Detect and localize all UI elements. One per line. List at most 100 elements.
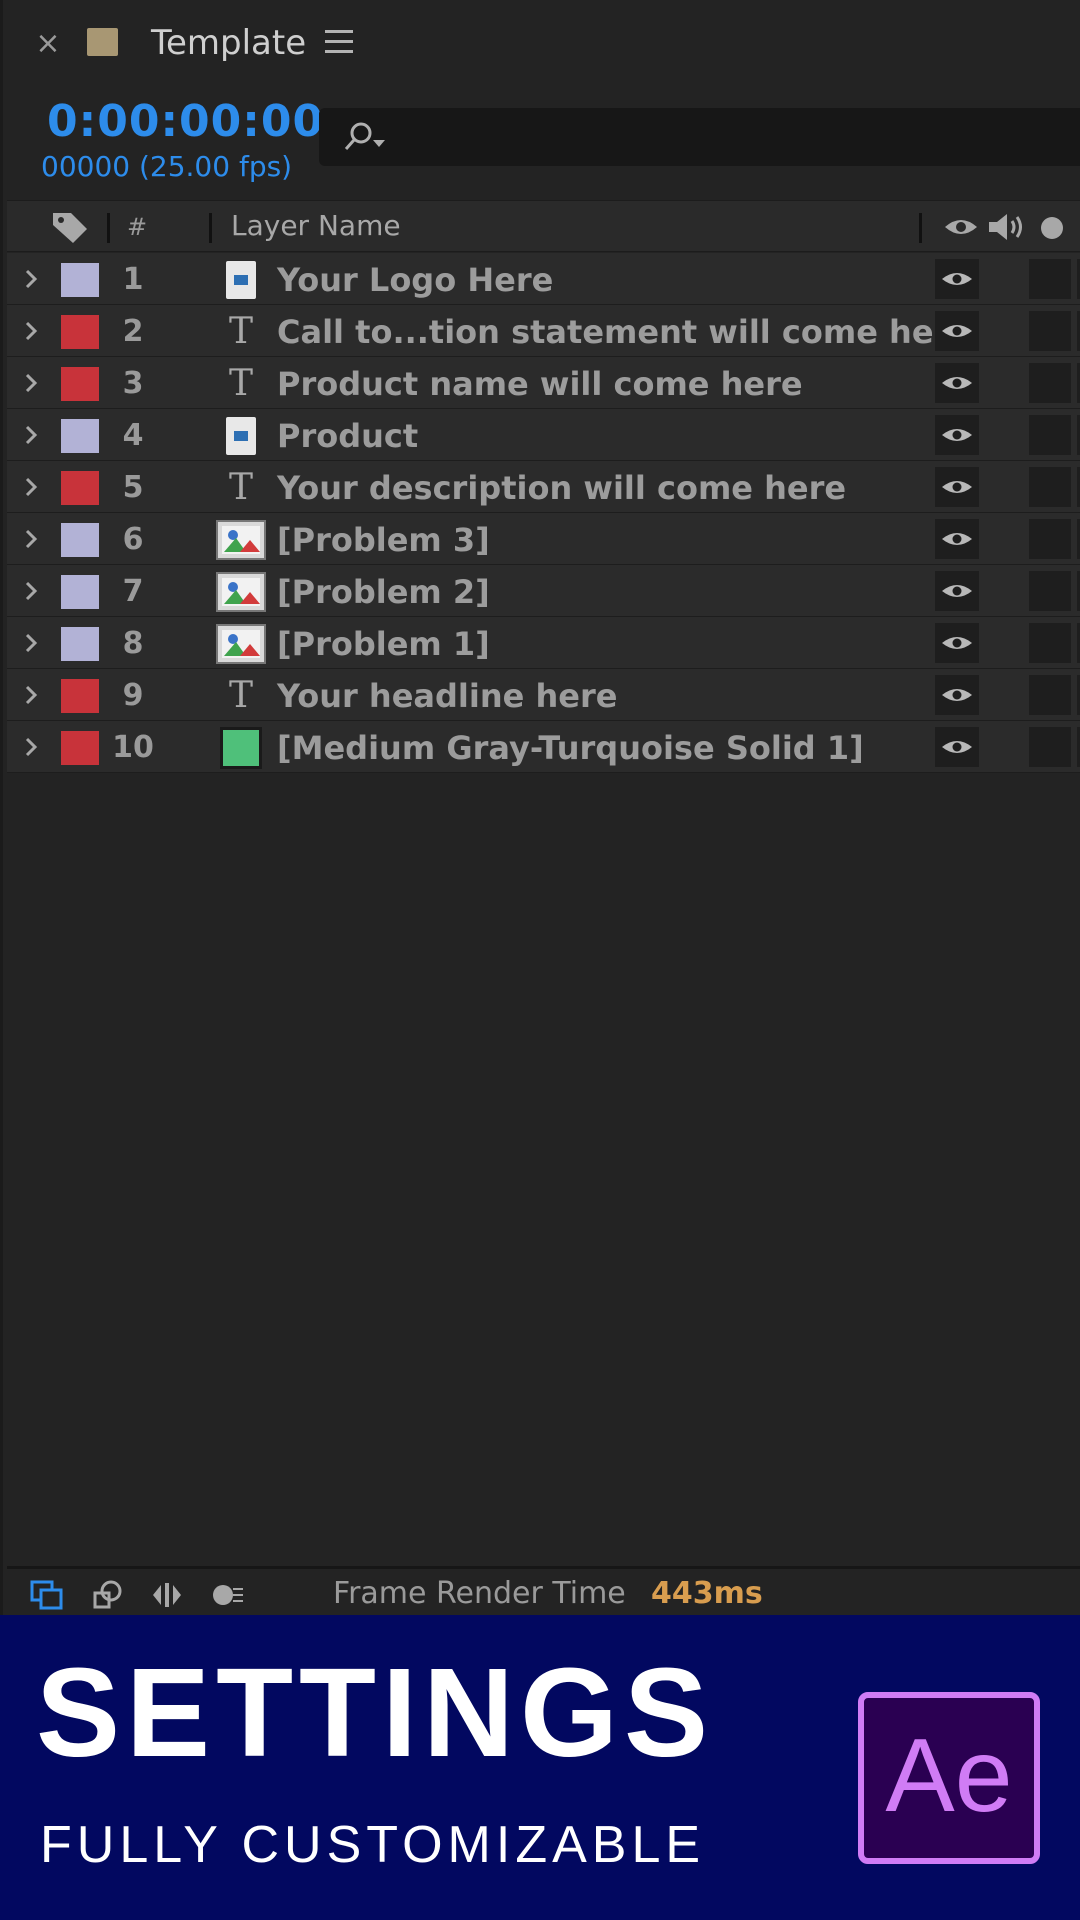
solo-toggle[interactable] [1029, 363, 1071, 403]
layer-name[interactable]: [Medium Gray-Turquoise Solid 1] [277, 727, 864, 769]
eye-icon [942, 429, 972, 441]
eye-icon [942, 637, 972, 649]
layer-name[interactable]: Product [277, 415, 418, 457]
solo-toggle[interactable] [1029, 467, 1071, 507]
solo-toggle[interactable] [1029, 571, 1071, 611]
solo-toggle[interactable] [1029, 259, 1071, 299]
chevron-right-icon[interactable] [21, 371, 41, 395]
chevron-right-icon[interactable] [21, 527, 41, 551]
column-divider[interactable] [107, 213, 110, 243]
visibility-toggle[interactable] [935, 519, 979, 559]
layer-list: 1 Your Logo Here 2 T Call to...tion statemen… [7, 253, 1080, 773]
layer-label-color[interactable] [61, 575, 99, 609]
layer-label-color[interactable] [61, 419, 99, 453]
layer-name[interactable]: Your headline here [277, 675, 617, 717]
search-field[interactable] [319, 108, 1080, 166]
layer-row[interactable]: 4 Product [7, 409, 1080, 461]
audio-speaker-icon [989, 214, 1022, 240]
layer-row[interactable]: 3 T Product name will come here [7, 357, 1080, 409]
image-footage-icon [215, 623, 267, 665]
eye-icon [942, 741, 972, 753]
motion-blur-icon[interactable] [209, 1579, 245, 1611]
column-layer-name-header[interactable]: Layer Name [231, 209, 401, 242]
layer-name[interactable]: Your Logo Here [277, 259, 553, 301]
layer-label-color[interactable] [61, 731, 99, 765]
layer-row[interactable]: 2 T Call to...tion statement will come her… [7, 305, 1080, 357]
layer-label-color[interactable] [61, 315, 99, 349]
solo-toggle[interactable] [1029, 519, 1071, 559]
chevron-right-icon[interactable] [21, 631, 41, 655]
timeline-footer: Frame Render Time 443ms [7, 1566, 1080, 1616]
after-effects-logo-text: Ae [885, 1718, 1013, 1834]
transfer-controls-icon[interactable] [91, 1579, 127, 1611]
text-layer-icon: T [215, 363, 267, 405]
composition-title[interactable]: Template [151, 20, 306, 66]
visibility-toggle[interactable] [935, 363, 979, 403]
chevron-right-icon[interactable] [21, 267, 41, 291]
layer-label-color[interactable] [61, 367, 99, 401]
layer-number: 1 [122, 262, 144, 297]
visibility-toggle[interactable] [935, 467, 979, 507]
text-layer-icon: T [215, 675, 267, 717]
layer-number: 10 [112, 730, 154, 765]
chevron-right-icon[interactable] [21, 735, 41, 759]
search-icon[interactable] [341, 120, 391, 154]
eye-icon [942, 273, 972, 285]
text-layer-glyph: T [228, 311, 253, 352]
visibility-toggle[interactable] [935, 571, 979, 611]
layer-name[interactable]: Your description will come here [277, 467, 846, 509]
layer-label-color[interactable] [61, 471, 99, 505]
solo-toggle[interactable] [1029, 675, 1071, 715]
panel-menu-icon[interactable] [325, 30, 353, 54]
visibility-toggle[interactable] [935, 259, 979, 299]
solo-toggle[interactable] [1029, 415, 1071, 455]
label-tag-icon[interactable] [49, 209, 91, 245]
layer-label-color[interactable] [61, 263, 99, 297]
layer-row[interactable]: 7 [Problem 2] [7, 565, 1080, 617]
visibility-toggle[interactable] [935, 415, 979, 455]
layer-row[interactable]: 5 T Your description will come here [7, 461, 1080, 513]
banner-headline: SETTINGS [36, 1642, 715, 1783]
visibility-toggle[interactable] [935, 675, 979, 715]
layer-label-color[interactable] [61, 523, 99, 557]
text-layer-glyph: T [228, 363, 253, 404]
frame-render-time-value: 443ms [651, 1576, 763, 1611]
chevron-right-icon[interactable] [21, 319, 41, 343]
panel-tab[interactable]: × Template [3, 0, 1080, 88]
layer-label-color[interactable] [61, 679, 99, 713]
column-number-header[interactable]: # [127, 213, 147, 241]
visibility-toggle[interactable] [935, 623, 979, 663]
layer-number: 2 [122, 314, 144, 349]
layer-name[interactable]: Call to...tion statement will come here [277, 311, 971, 353]
layer-label-color[interactable] [61, 627, 99, 661]
visibility-toggle[interactable] [935, 727, 979, 767]
column-divider[interactable] [209, 213, 212, 243]
close-tab-button[interactable]: × [33, 24, 63, 64]
promo-banner: SETTINGS FULLY CUSTOMIZABLE Ae [0, 1615, 1080, 1920]
solid-layer-icon [215, 727, 267, 769]
in-out-duration-icon[interactable] [149, 1579, 185, 1611]
layer-row[interactable]: 8 [Problem 1] [7, 617, 1080, 669]
solo-toggle[interactable] [1029, 311, 1071, 351]
layer-row[interactable]: 6 [Problem 3] [7, 513, 1080, 565]
layer-number: 5 [122, 470, 144, 505]
layer-name[interactable]: Product name will come here [277, 363, 803, 405]
layer-switches-icon[interactable] [29, 1579, 65, 1611]
chevron-right-icon[interactable] [21, 683, 41, 707]
solo-toggle[interactable] [1029, 727, 1071, 767]
layer-name[interactable]: [Problem 2] [277, 571, 490, 613]
visibility-toggle[interactable] [935, 311, 979, 351]
layer-row[interactable]: 1 Your Logo Here [7, 253, 1080, 305]
column-divider[interactable] [919, 213, 922, 243]
layer-name[interactable]: [Problem 1] [277, 623, 490, 665]
eye-icon [942, 585, 972, 597]
layer-row[interactable]: 9 T Your headline here [7, 669, 1080, 721]
chevron-right-icon[interactable] [21, 423, 41, 447]
layer-row[interactable]: 10 [Medium Gray-Turquoise Solid 1] [7, 721, 1080, 773]
chevron-right-icon[interactable] [21, 579, 41, 603]
chevron-right-icon[interactable] [21, 475, 41, 499]
layer-name[interactable]: [Problem 3] [277, 519, 490, 561]
current-time-display[interactable]: 0:00:00:00 [47, 96, 324, 148]
column-headers: # Layer Name [7, 200, 1080, 252]
solo-toggle[interactable] [1029, 623, 1071, 663]
